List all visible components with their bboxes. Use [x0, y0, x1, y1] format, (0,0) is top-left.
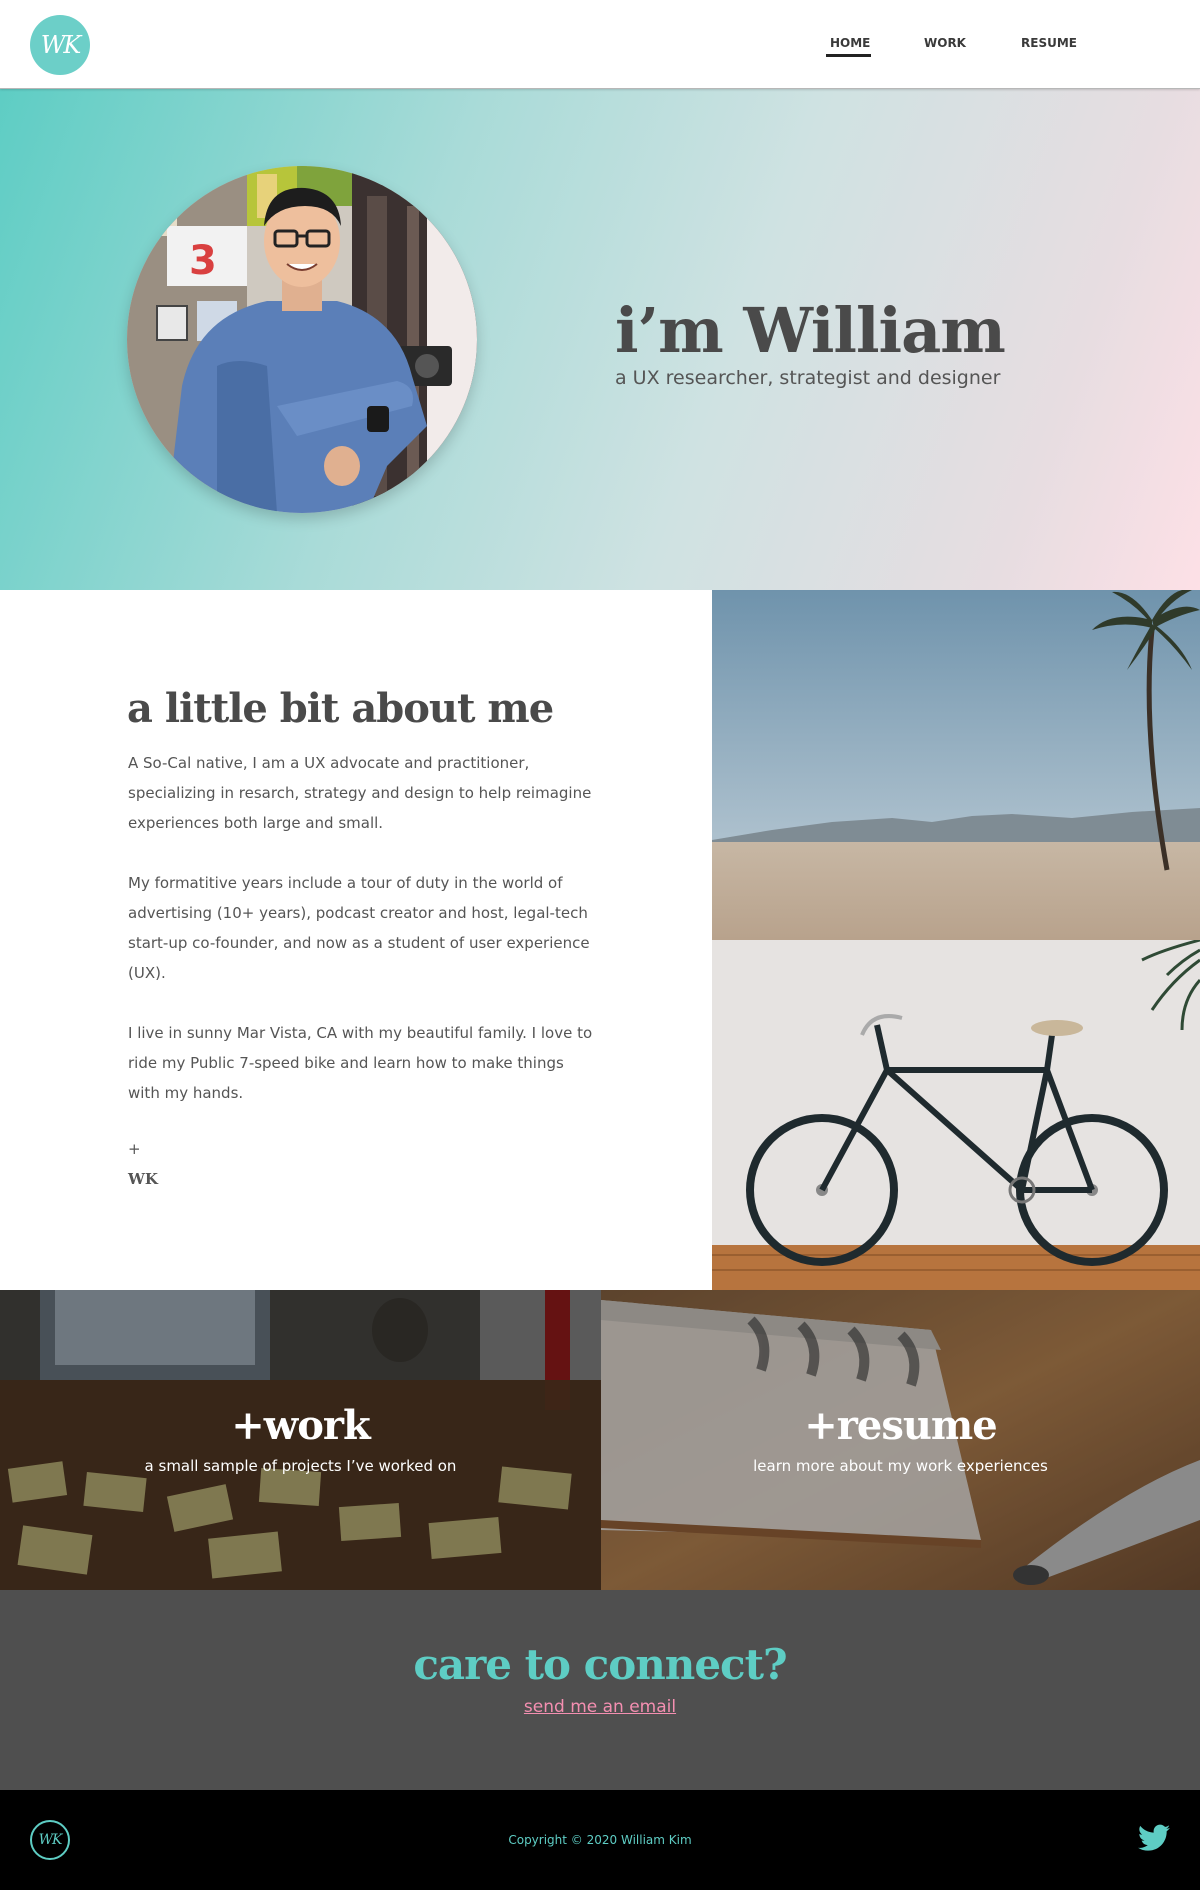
- connect-section: care to connect? send me an email: [0, 1590, 1200, 1790]
- signature-plus: +: [128, 1140, 141, 1158]
- svg-text:3: 3: [189, 238, 217, 284]
- signature-initials: WK: [128, 1170, 158, 1188]
- nav-link-work[interactable]: WORK: [924, 36, 966, 50]
- hero-section: 3 i’m William a UX researcher, strategis…: [0, 89, 1200, 590]
- nav-link-home[interactable]: HOME: [830, 36, 870, 50]
- hero-title: i’m William: [615, 294, 1006, 367]
- hero-subtitle: a UX researcher, strategist and designer: [615, 367, 1001, 389]
- about-paragraph: A So-Cal native, I am a UX advocate and …: [128, 754, 592, 832]
- work-card-title: +work: [231, 1402, 370, 1449]
- work-card[interactable]: +work a small sample of projects I’ve wo…: [0, 1290, 601, 1590]
- active-nav-indicator: [826, 54, 871, 57]
- beach-photo: [712, 590, 1200, 940]
- logo-link[interactable]: WK: [30, 15, 90, 75]
- logo-monogram: WK: [40, 31, 82, 59]
- profile-photo: 3: [127, 166, 477, 513]
- about-section: a little bit about me A So-Cal native, I…: [0, 590, 712, 1290]
- connect-title: care to connect?: [413, 1640, 787, 1689]
- resume-card-title: +resume: [804, 1402, 997, 1449]
- about-title: a little bit about me: [127, 685, 554, 732]
- about-paragraph: I live in sunny Mar Vista, CA with my be…: [128, 1024, 593, 1102]
- copyright-text: Copyright © 2020 William Kim: [508, 1833, 692, 1847]
- nav-link-resume[interactable]: RESUME: [1021, 36, 1077, 50]
- bicycle-photo: [712, 940, 1200, 1290]
- resume-card-subtitle: learn more about my work experiences: [753, 1457, 1048, 1475]
- footer: WK Copyright © 2020 William Kim: [0, 1790, 1200, 1890]
- twitter-icon[interactable]: [1138, 1824, 1170, 1852]
- work-card-subtitle: a small sample of projects I’ve worked o…: [144, 1457, 457, 1475]
- resume-card[interactable]: +resume learn more about my work experie…: [601, 1290, 1200, 1590]
- top-nav: WK HOME WORK RESUME: [0, 0, 1200, 89]
- email-link[interactable]: send me an email: [0, 1697, 1200, 1717]
- about-paragraph: My formatitive years include a tour of d…: [128, 874, 590, 982]
